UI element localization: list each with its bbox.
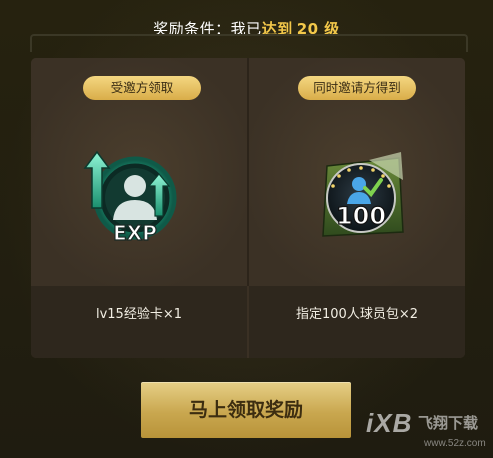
watermark-cn-text: 飞翔下载 — [418, 414, 479, 432]
player-pack-icon: 100 — [307, 140, 419, 252]
pack-icon-label: 100 — [336, 202, 386, 230]
exp-icon-label: EXP — [113, 221, 157, 245]
reward-card-bottom — [249, 286, 465, 358]
reward-card-bottom — [31, 286, 247, 358]
invitee-reward-name: lv15经验卡×1 — [95, 307, 182, 322]
frame-border — [30, 34, 468, 52]
exp-card-icon: EXP — [79, 146, 191, 258]
inviter-reward-name: 指定100人球员包×2 — [296, 307, 418, 322]
site-watermark: iXB 飞翔下载 www.52z.com — [366, 406, 490, 454]
inviter-badge: 同时邀请方得到 — [298, 76, 416, 100]
claim-reward-button[interactable]: 马上领取奖励 — [141, 382, 351, 438]
watermark-url: www.52z.com — [424, 438, 486, 449]
reward-card-inviter: 同时邀请方得到 100 指定100人球员包×2 — [249, 58, 465, 358]
watermark-logo-text: iXB — [366, 408, 413, 438]
claim-reward-label: 马上领取奖励 — [188, 399, 303, 421]
rewards-panel: 受邀方领取 EXP lv15经验卡×1 同时邀请方得到 100 指定100人球员… — [31, 58, 465, 358]
invitee-badge: 受邀方领取 — [83, 76, 201, 100]
reward-card-invitee: 受邀方领取 EXP lv15经验卡×1 — [31, 58, 247, 358]
